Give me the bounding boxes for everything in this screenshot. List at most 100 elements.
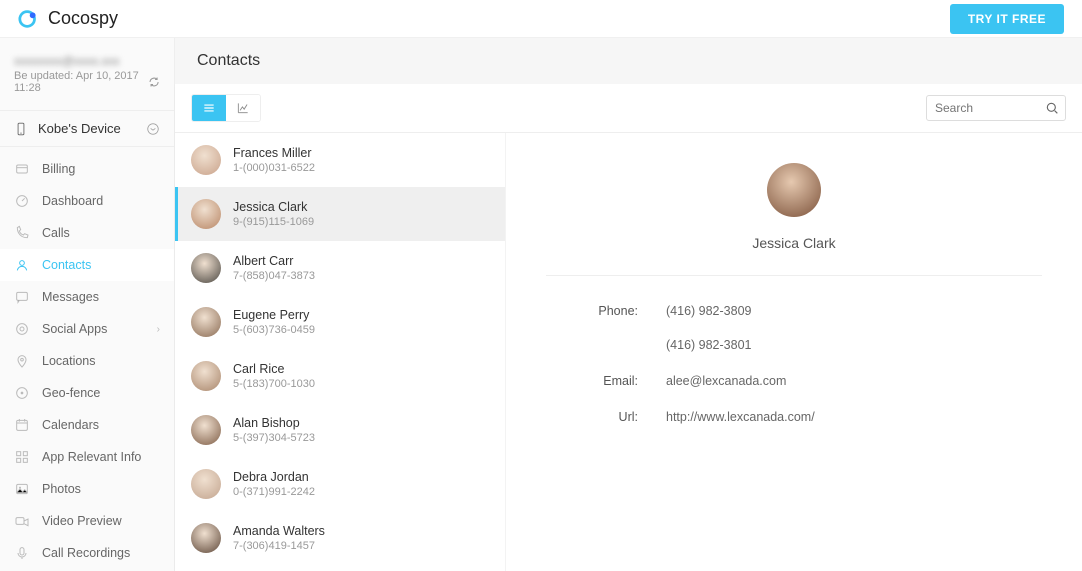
- locations-icon: [14, 353, 30, 369]
- nav-item-billing[interactable]: Billing: [0, 153, 174, 185]
- phone-value: (416) 982-3801: [666, 338, 751, 352]
- contact-name: Amanda Walters: [233, 524, 325, 538]
- appinfo-icon: [14, 449, 30, 465]
- phone-device-icon: [14, 122, 28, 136]
- nav-label: Video Preview: [42, 514, 122, 528]
- contact-item[interactable]: Alan Bishop 5-(397)304-5723: [175, 403, 505, 457]
- contact-phone: 5-(183)700-1030: [233, 378, 315, 390]
- brand: Cocospy: [18, 8, 118, 30]
- refresh-icon[interactable]: [148, 75, 160, 89]
- updated-label: Be updated: Apr 10, 2017 11:28: [14, 70, 148, 94]
- contact-name: Frances Miller: [233, 146, 315, 160]
- geo-icon: [14, 385, 30, 401]
- brand-name: Cocospy: [48, 8, 118, 29]
- contact-phone: 7-(306)419-1457: [233, 540, 325, 552]
- brand-logo-icon: [18, 8, 40, 30]
- nav-label: Dashboard: [42, 194, 103, 208]
- contact-name: Debra Jordan: [233, 470, 315, 484]
- contact-name: Alan Bishop: [233, 416, 315, 430]
- device-selector[interactable]: Kobe's Device: [0, 110, 174, 147]
- nav-item-calendars[interactable]: Calendars: [0, 409, 174, 441]
- list-icon: [202, 101, 216, 115]
- toolbar: [175, 84, 1082, 133]
- email-label: Email:: [546, 374, 666, 388]
- contact-item[interactable]: Amanda Walters 7-(306)419-1457: [175, 511, 505, 565]
- nav-label: Call Recordings: [42, 546, 130, 560]
- list-view-button[interactable]: [192, 95, 226, 121]
- contact-avatar: [191, 199, 221, 229]
- contact-avatar: [191, 307, 221, 337]
- contact-phone: 5-(397)304-5723: [233, 432, 315, 444]
- contact-name: Jessica Clark: [233, 200, 314, 214]
- chevron-right-icon: ›: [157, 324, 160, 335]
- chevron-down-icon: [146, 122, 160, 136]
- nav-label: Locations: [42, 354, 96, 368]
- calendars-icon: [14, 417, 30, 433]
- social-icon: [14, 321, 30, 337]
- nav-label: Social Apps: [42, 322, 107, 336]
- chart-icon: [236, 101, 250, 115]
- detail-name: Jessica Clark: [546, 235, 1042, 251]
- contact-list[interactable]: Frances Miller 1-(000)031-6522 Jessica Cla…: [175, 133, 505, 571]
- contacts-icon: [14, 257, 30, 273]
- device-name: Kobe's Device: [38, 121, 121, 136]
- contact-detail: Jessica Clark Phone: (416) 982-3809 (416)…: [505, 133, 1082, 571]
- billing-icon: [14, 161, 30, 177]
- detail-avatar: [767, 163, 821, 217]
- contact-avatar: [191, 415, 221, 445]
- content-card: Frances Miller 1-(000)031-6522 Jessica Cla…: [175, 84, 1082, 571]
- contact-name: Eugene Perry: [233, 308, 315, 322]
- nav-item-contacts[interactable]: Contacts: [0, 249, 174, 281]
- contact-item[interactable]: Albert Carr7-(858)047-3873: [175, 241, 505, 295]
- contact-phone: 0-(371)991-2242: [233, 486, 315, 498]
- nav-item-dashboard[interactable]: Dashboard: [0, 185, 174, 217]
- contact-avatar: [191, 253, 221, 283]
- nav-list: Billing Dashboard Calls Contacts Messages Soc…: [0, 153, 174, 571]
- nav-item-calls[interactable]: Calls: [0, 217, 174, 249]
- search-icon[interactable]: [1044, 100, 1060, 116]
- main: Contacts Frances Miller1-(000)031-6522Je…: [175, 38, 1082, 571]
- contact-phone: 5-(603)736-0459: [233, 324, 315, 336]
- contact-avatar: [191, 523, 221, 553]
- url-value: http://www.lexcanada.com/: [666, 410, 815, 424]
- contact-phone: 1-(000)031-6522: [233, 162, 315, 174]
- phone-value: (416) 982-3809: [666, 304, 751, 318]
- nav-label: Messages: [42, 290, 99, 304]
- topbar: Cocospy TRY IT FREE: [0, 0, 1082, 38]
- contact-item[interactable]: Carl Rice 5-(183)700-1030: [175, 349, 505, 403]
- contact-phone: 9-(915)115-1069: [233, 216, 314, 228]
- contact-avatar: [191, 361, 221, 391]
- sidebar: xxxxxxxx@xxxx.xxx Be updated: Apr 10, 20…: [0, 38, 175, 571]
- nav-label: Geo-fence: [42, 386, 100, 400]
- nav-item-geo[interactable]: Geo-fence: [0, 377, 174, 409]
- contact-item[interactable]: Eugene Perry 5-(603)736-0459: [175, 295, 505, 349]
- contact-item[interactable]: Jessica Clark 9-(915)115-1069: [175, 187, 505, 241]
- detail-divider: [546, 275, 1042, 276]
- nav-label: Calls: [42, 226, 70, 240]
- contact-avatar: [191, 145, 221, 175]
- contact-name: Carl Rice: [233, 362, 315, 376]
- phone-label: Phone:: [546, 304, 666, 352]
- nav-item-video[interactable]: Video Preview: [0, 505, 174, 537]
- nav-item-locations[interactable]: Locations: [0, 345, 174, 377]
- search-box: [926, 95, 1066, 121]
- url-label: Url:: [546, 410, 666, 424]
- nav-item-messages[interactable]: Messages: [0, 281, 174, 313]
- contact-avatar: [191, 469, 221, 499]
- nav-label: Billing: [42, 162, 75, 176]
- try-free-button[interactable]: TRY IT FREE: [950, 4, 1064, 34]
- contact-phone: 7-(858)047-3873: [233, 270, 315, 282]
- nav-item-appinfo[interactable]: App Relevant Info: [0, 441, 174, 473]
- callrec-icon: [14, 545, 30, 561]
- calls-icon: [14, 225, 30, 241]
- nav-item-photos[interactable]: Photos: [0, 473, 174, 505]
- contact-item[interactable]: Debra Jordan 0-(371)991-2242: [175, 457, 505, 511]
- nav-item-callrec[interactable]: Call Recordings: [0, 537, 174, 569]
- messages-icon: [14, 289, 30, 305]
- contact-item[interactable]: Frances Miller 1-(000)031-6522: [175, 133, 505, 187]
- photos-icon: [14, 481, 30, 497]
- nav-label: App Relevant Info: [42, 450, 141, 464]
- nav-item-social[interactable]: Social Apps ›: [0, 313, 174, 345]
- chart-view-button[interactable]: [226, 95, 260, 121]
- account-email: xxxxxxxx@xxxx.xxx: [14, 54, 160, 68]
